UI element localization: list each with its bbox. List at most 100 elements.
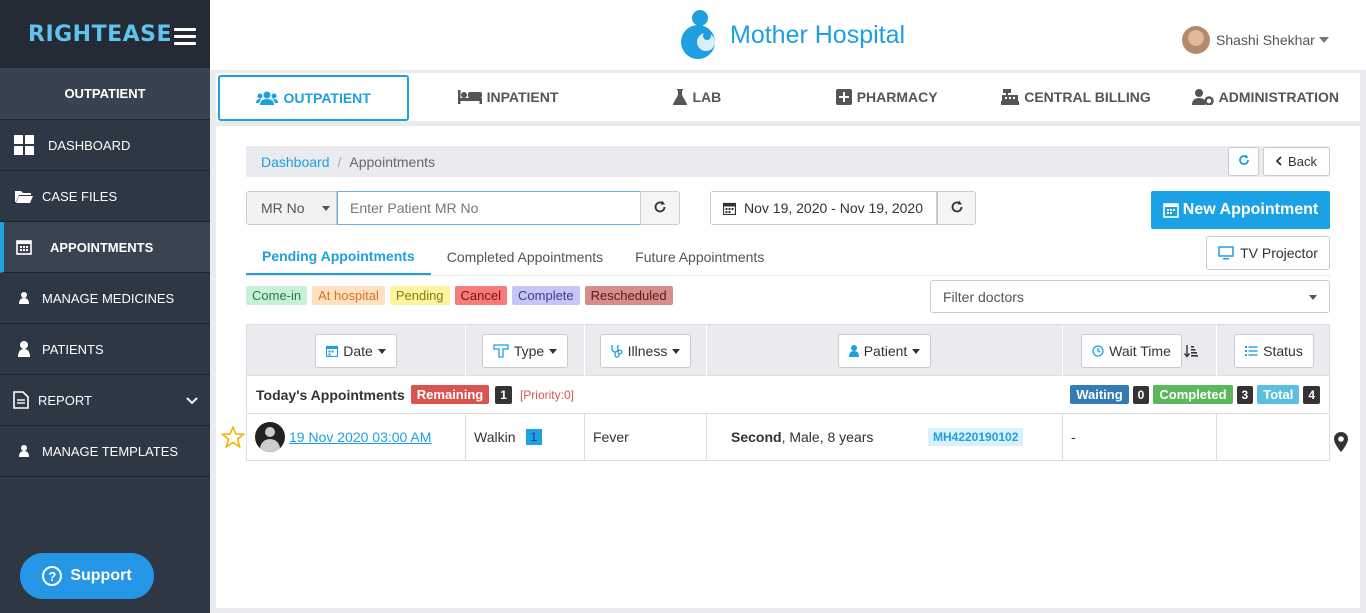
column-date: Date (247, 325, 466, 377)
patient-filter-button[interactable]: Patient (837, 334, 932, 368)
legend-complete: Complete (512, 286, 580, 305)
status-legend: Come-in At hospital Pending Cancel Compl… (246, 286, 678, 305)
illness-cell: Fever (585, 414, 707, 460)
user-menu[interactable]: Shashi Shekhar (1182, 26, 1329, 54)
caret-down-icon (672, 348, 681, 354)
filter-doctors-placeholder: Filter doctors (943, 288, 1024, 305)
legend-cancel: Cancel (454, 286, 508, 305)
filter-doctors-select[interactable]: Filter doctors (930, 280, 1330, 313)
module-tab-central-billing[interactable]: CENTRAL BILLING (981, 73, 1170, 121)
clock-icon (1092, 345, 1104, 357)
breadcrumb-current: Appointments (349, 153, 435, 170)
user-name: Shashi Shekhar (1216, 32, 1315, 48)
column-status: Status (1217, 325, 1331, 377)
support-button[interactable]: ? Support (20, 553, 154, 599)
caret-down-icon (377, 348, 386, 354)
user-avatar (1182, 26, 1210, 54)
date-reset-button[interactable] (937, 191, 976, 225)
breadcrumb-separator: / (337, 153, 342, 170)
sidebar: RIGHTEASE OUTPATIENT DASHBOARD CASE FILE… (0, 0, 210, 613)
new-appointment-button[interactable]: New Appointment (1151, 191, 1330, 229)
module-tab-label: INPATIENT (486, 89, 559, 105)
flask-icon (673, 89, 688, 105)
caret-down-icon (549, 348, 558, 354)
favorite-star-icon[interactable] (220, 424, 246, 451)
sidebar-item-label: MANAGE TEMPLATES (42, 443, 179, 459)
refresh-button[interactable] (1228, 147, 1259, 176)
type-filter-button[interactable]: Type (481, 334, 569, 368)
mr-search-type-select[interactable]: MR No (246, 191, 337, 225)
patient-name[interactable]: Second (731, 429, 782, 445)
sort-amount-down-icon[interactable] (1183, 344, 1198, 358)
type-icon (493, 344, 509, 358)
appointment-date-link[interactable]: 19 Nov 2020 03:00 AM (289, 429, 431, 445)
sidebar-item-patients[interactable]: PATIENTS (0, 324, 210, 375)
module-tab-outpatient[interactable]: OUTPATIENT (218, 75, 410, 121)
stethoscope-icon (611, 344, 623, 358)
tab-divider (246, 275, 1330, 276)
list-icon (1245, 345, 1258, 357)
caret-down-icon (322, 206, 330, 211)
dashboard-icon (12, 135, 36, 155)
column-type: Type (466, 325, 585, 377)
module-tab-label: ADMINISTRATION (1218, 89, 1339, 105)
back-label: Back (1288, 154, 1317, 169)
column-patient: Patient (707, 325, 1063, 377)
date-header-label: Date (343, 343, 373, 359)
hamburger-menu-icon[interactable] (174, 28, 196, 46)
tv-projector-button[interactable]: TV Projector (1206, 236, 1330, 270)
patient-cell: Second , Male, 8 years MH4220190102 (707, 414, 1063, 460)
sidebar-item-report[interactable]: REPORT (0, 375, 210, 426)
new-appointment-label: New Appointment (1182, 201, 1319, 218)
module-tab-lab[interactable]: LAB (603, 73, 792, 121)
module-tab-inpatient[interactable]: INPATIENT (413, 73, 602, 121)
mr-select-value: MR No (261, 200, 305, 216)
refresh-icon (653, 200, 667, 217)
appointment-type: Walkin (474, 429, 516, 445)
date-sort-button[interactable]: Date (315, 334, 397, 368)
sidebar-item-manage-medicines[interactable]: MANAGE MEDICINES (0, 273, 210, 324)
module-tab-label: OUTPATIENT (283, 90, 371, 106)
status-cell (1217, 414, 1330, 460)
column-illness: Illness (585, 325, 707, 377)
tab-future-appointments[interactable]: Future Appointments (619, 238, 780, 275)
sidebar-item-dashboard[interactable]: DASHBOARD (0, 120, 210, 171)
breadcrumb-dashboard-link[interactable]: Dashboard (261, 154, 330, 170)
module-tab-administration[interactable]: ADMINISTRATION (1171, 73, 1360, 121)
sidebar-item-label: APPOINTMENTS (50, 239, 154, 255)
question-icon: ? (42, 566, 63, 586)
appointment-counts: Waiting 0 Completed 3 Total 4 (1070, 385, 1320, 404)
total-count: 4 (1303, 385, 1320, 404)
appointment-date-cell: 19 Nov 2020 03:00 AM (247, 414, 466, 460)
column-wait-time: Wait Time (1063, 325, 1217, 377)
mr-number-badge[interactable]: MH4220190102 (928, 428, 1024, 446)
tab-pending-appointments[interactable]: Pending Appointments (246, 238, 431, 275)
module-tab-pharmacy[interactable]: PHARMACY (792, 73, 981, 121)
caret-down-icon (1318, 37, 1329, 43)
sidebar-item-manage-templates[interactable]: MANAGE TEMPLATES (0, 426, 210, 477)
caret-down-icon (1309, 295, 1317, 300)
mr-no-input[interactable] (337, 191, 641, 225)
sidebar-item-appointments[interactable]: APPOINTMENTS (0, 222, 210, 273)
date-range-value: Nov 19, 2020 - Nov 19, 2020 (744, 200, 924, 216)
status-filter-button[interactable]: Status (1234, 334, 1314, 368)
sidebar-item-case-files[interactable]: CASE FILES (0, 171, 210, 222)
illness-header-label: Illness (627, 343, 668, 359)
tab-completed-appointments[interactable]: Completed Appointments (431, 238, 619, 275)
legend-pending: Pending (389, 286, 450, 305)
module-tab-label: CENTRAL BILLING (1024, 89, 1151, 105)
module-tabs: OUTPATIENT INPATIENT LAB PHARMACY CENTRA… (216, 73, 1360, 121)
back-button[interactable]: Back (1263, 147, 1330, 176)
total-badge: Total (1257, 385, 1300, 404)
illness-filter-button[interactable]: Illness (599, 334, 692, 368)
module-tab-label: LAB (692, 89, 722, 105)
todays-appointments-title: Today's Appointments (256, 386, 405, 403)
date-range-picker[interactable]: Nov 19, 2020 - Nov 19, 2020 (710, 191, 937, 225)
map-marker-icon[interactable] (1334, 432, 1348, 455)
calendar-icon (326, 345, 339, 357)
sidebar-item-label: DASHBOARD (48, 137, 131, 153)
calendar-icon (723, 202, 736, 215)
waiting-badge: Waiting (1070, 385, 1129, 404)
wait-time-sort-button[interactable]: Wait Time (1081, 334, 1182, 368)
mr-search-reset-button[interactable] (640, 191, 680, 225)
